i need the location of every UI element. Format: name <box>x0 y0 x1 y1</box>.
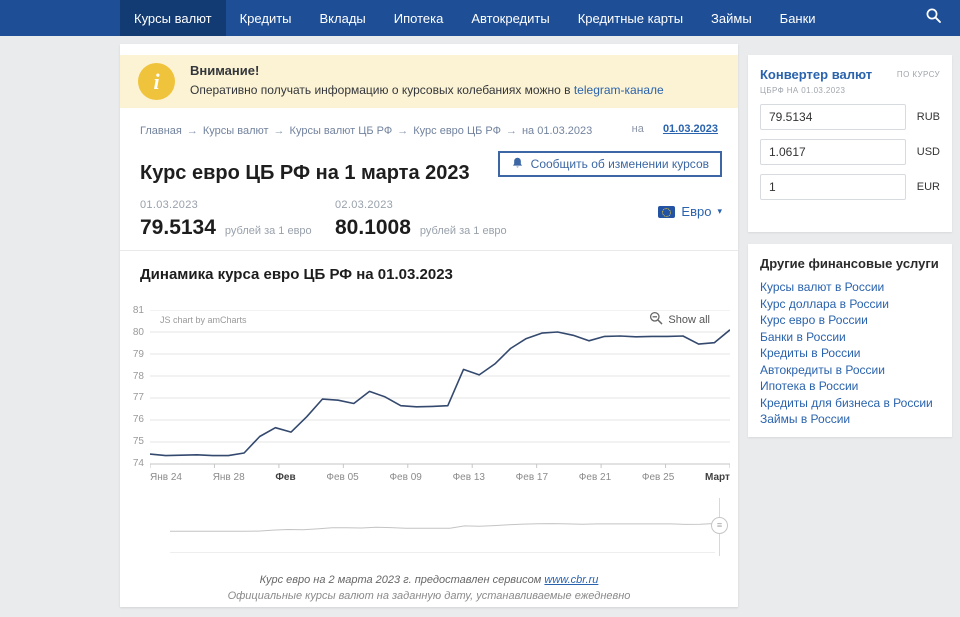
service-link-currency-rates[interactable]: Курсы валют в России <box>760 279 940 296</box>
currency-code-eur: EUR <box>916 181 940 193</box>
other-services-card: Другие финансовые услуги Курсы валют в Р… <box>748 244 952 437</box>
chart-scrollbar-handle[interactable]: ≡ <box>711 517 728 534</box>
rate-block-today: 01.03.2023 79.5134 рублей за 1 евро <box>140 199 312 240</box>
breadcrumb: Главная → Курсы валют → Курсы валют ЦБ Р… <box>140 125 592 137</box>
converter-subtitle: ПО КУРСУ <box>896 70 940 79</box>
source-note: Курс евро на 2 марта 2023 г. предоставле… <box>259 574 599 586</box>
rate-date: 02.03.2023 <box>335 199 394 211</box>
breadcrumb-currency-rates[interactable]: Курсы валют <box>203 125 269 137</box>
search-button[interactable] <box>914 0 952 36</box>
breadcrumb-cbr-rates[interactable]: Курсы валют ЦБ РФ <box>290 125 393 137</box>
currency-selector[interactable]: Евро ▾ <box>658 204 722 219</box>
service-link-mortgage[interactable]: Ипотека в России <box>760 378 940 395</box>
rate-value: 80.1008 <box>335 216 411 239</box>
chart-section-title: Динамика курса евро ЦБ РФ на 01.03.2023 <box>140 266 453 283</box>
currency-selector-label: Евро <box>681 204 712 219</box>
service-link-eur-rate[interactable]: Курс евро в России <box>760 312 940 329</box>
other-services-title: Другие финансовые услуги <box>760 256 939 271</box>
breadcrumb-current: на 01.03.2023 <box>521 125 593 137</box>
caret-down-icon: ▾ <box>717 206 722 216</box>
report-changes-button[interactable]: Сообщить об изменении курсов <box>497 151 722 177</box>
converter-subtitle-date: ЦБРФ НА 01.03.2023 <box>760 86 846 95</box>
alert-title: Внимание! <box>190 63 260 78</box>
nav-item-credits[interactable]: Кредиты <box>226 0 306 36</box>
rate-unit: рублей за 1 евро <box>224 225 312 237</box>
main-content-card: i Внимание! Оперативно получать информац… <box>120 44 738 607</box>
service-link-usd-rate[interactable]: Курс доллара в России <box>760 296 940 313</box>
rate-unit: рублей за 1 евро <box>419 225 507 237</box>
date-prefix: на <box>631 123 644 135</box>
breadcrumb-home[interactable]: Главная <box>140 125 182 137</box>
divider <box>120 250 738 251</box>
converter-title[interactable]: Конвертер валют <box>760 67 872 82</box>
nav-item-banks[interactable]: Банки <box>766 0 830 36</box>
page-title: Курс евро ЦБ РФ на 1 марта 2023 <box>140 162 470 185</box>
page: Курсы валют Кредиты Вклады Ипотека Авток… <box>0 0 960 617</box>
top-nav: Курсы валют Кредиты Вклады Ипотека Авток… <box>0 0 960 36</box>
euro-flag-icon <box>658 205 676 218</box>
rate-block-tomorrow: 02.03.2023 80.1008 рублей за 1 евро <box>335 199 507 240</box>
rate-line-chart[interactable] <box>149 309 731 470</box>
currency-code-usd: USD <box>916 146 940 158</box>
currency-converter-card: Конвертер валют ПО КУРСУ ЦБРФ НА 01.03.2… <box>748 55 952 232</box>
date-picker-row: на 01.03.2023 <box>632 123 718 135</box>
nav-item-deposits[interactable]: Вклады <box>306 0 380 36</box>
service-link-credits[interactable]: Кредиты в России <box>760 345 940 362</box>
telegram-link[interactable]: telegram-канале <box>574 83 664 97</box>
date-picker-link[interactable]: 01.03.2023 <box>663 123 718 135</box>
chart-overview-strip[interactable] <box>169 502 716 553</box>
breadcrumb-arrow-icon: → <box>505 125 517 137</box>
rate-value: 79.5134 <box>140 216 216 239</box>
info-icon: i <box>138 63 175 100</box>
search-icon <box>925 7 942 29</box>
service-link-microloans[interactable]: Займы в России <box>760 411 940 428</box>
bell-icon <box>511 156 524 173</box>
converter-row-rub: RUB <box>760 104 940 130</box>
service-link-auto-loans[interactable]: Автокредиты в России <box>760 362 940 379</box>
breadcrumb-arrow-icon: → <box>397 125 409 137</box>
cbr-link[interactable]: www.cbr.ru <box>544 574 598 586</box>
converter-row-usd: USD <box>760 139 940 165</box>
nav-item-credit-cards[interactable]: Кредитные карты <box>564 0 697 36</box>
nav-item-auto-loans[interactable]: Автокредиты <box>457 0 563 36</box>
converter-row-eur: EUR <box>760 174 940 200</box>
chart-y-axis: 81 80 79 78 77 76 75 74 <box>132 305 144 469</box>
currency-code-rub: RUB <box>916 111 940 123</box>
scrollbar-grip-icon: ≡ <box>716 520 723 530</box>
rub-amount-input[interactable] <box>760 104 906 130</box>
service-link-banks[interactable]: Банки в России <box>760 329 940 346</box>
breadcrumb-arrow-icon: → <box>186 125 198 137</box>
breadcrumb-arrow-icon: → <box>273 125 285 137</box>
alert-text: Оперативно получать информацию о курсовы… <box>190 83 664 97</box>
nav-item-mortgage[interactable]: Ипотека <box>380 0 458 36</box>
nav-item-microloans[interactable]: Займы <box>697 0 766 36</box>
chart-x-axis: Янв 24 Янв 28 Фев Фев 05 Фев 09 Фев 13 Ф… <box>150 472 730 483</box>
service-link-business-loans[interactable]: Кредиты для бизнеса в России <box>760 395 940 412</box>
other-services-list: Курсы валют в России Курс доллара в Росс… <box>760 279 940 428</box>
eur-amount-input[interactable] <box>760 174 906 200</box>
report-changes-label: Сообщить об изменении курсов <box>530 157 709 171</box>
breadcrumb-euro-rate[interactable]: Курс евро ЦБ РФ <box>413 125 501 137</box>
alert-banner: i Внимание! Оперативно получать информац… <box>120 55 738 108</box>
usd-amount-input[interactable] <box>760 139 906 165</box>
nav-item-currency-rates[interactable]: Курсы валют <box>120 0 226 36</box>
rate-date: 01.03.2023 <box>140 199 199 211</box>
official-rates-note: Официальные курсы валют на заданную дату… <box>227 590 631 602</box>
